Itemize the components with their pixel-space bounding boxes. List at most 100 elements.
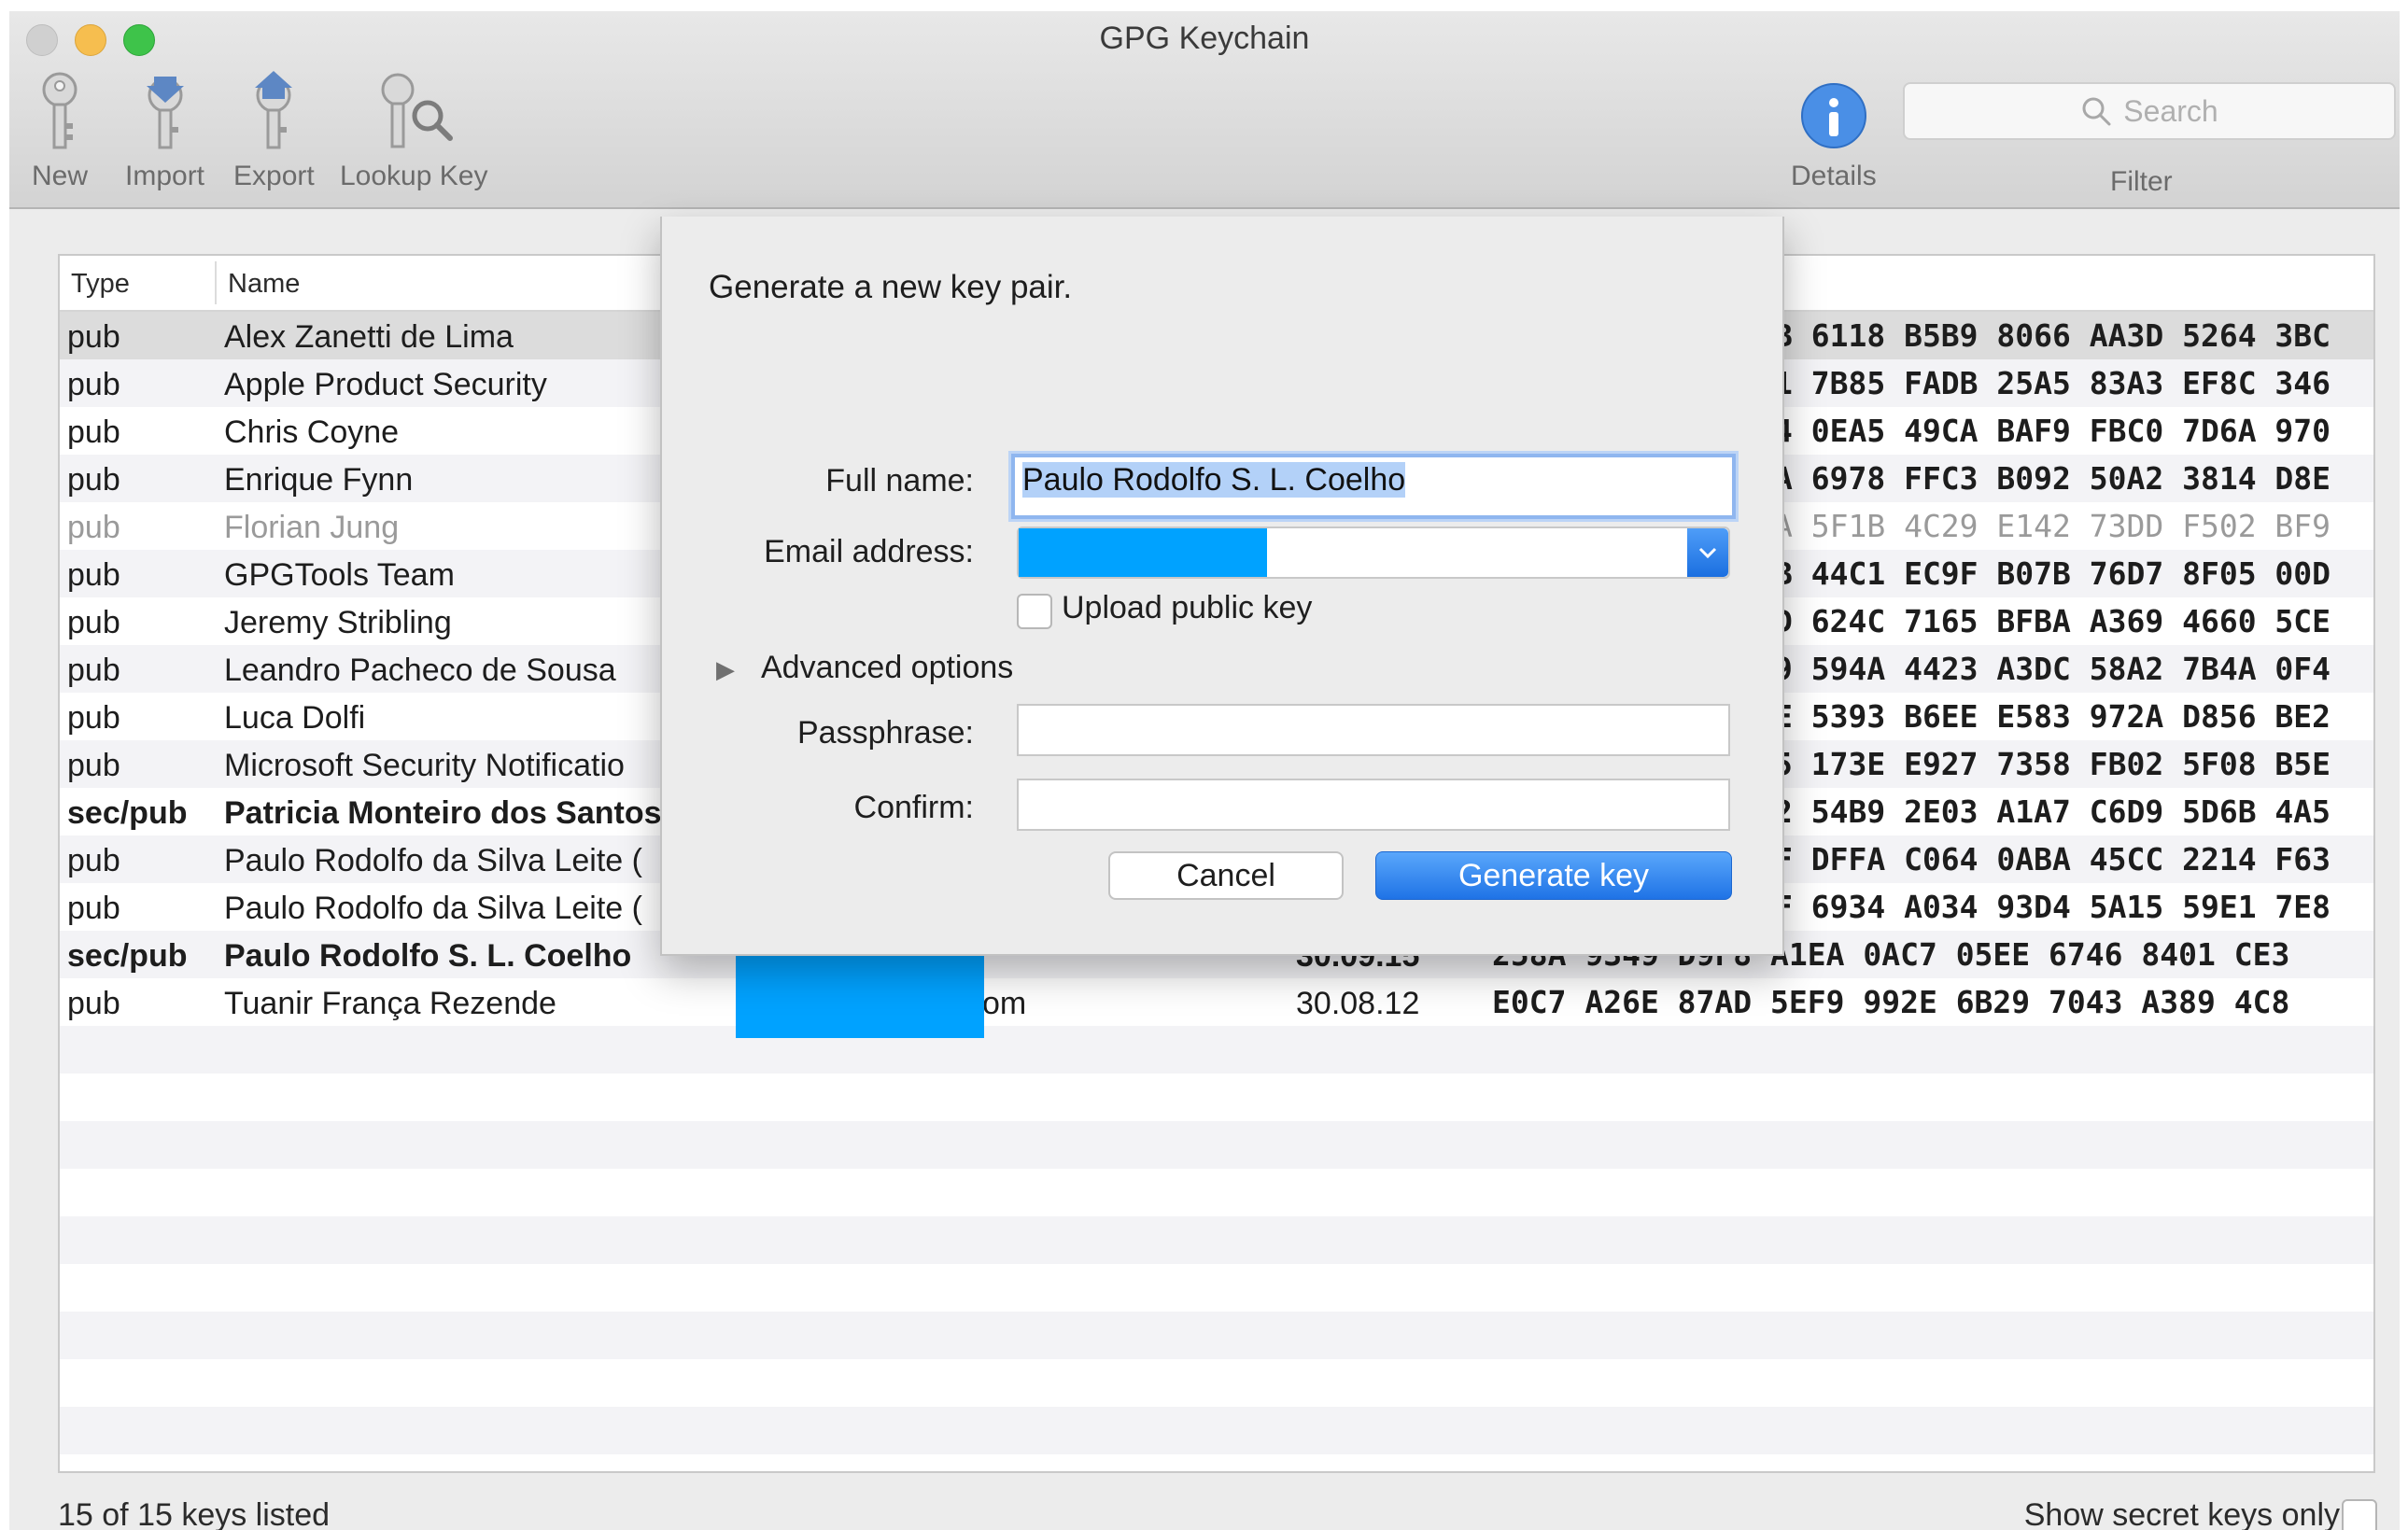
key-type: pub [67, 700, 120, 736]
passphrase-field[interactable] [1017, 704, 1730, 756]
key-fingerprint: 4 0EA5 49CA BAF9 FBC0 7D6A 970 [1774, 413, 2331, 449]
import-button[interactable]: Import [125, 71, 204, 192]
email-address-combobox[interactable] [1017, 526, 1730, 579]
search-icon [2082, 97, 2111, 126]
table-row[interactable]: pub Tuanir França Rezende om 30.08.12 E0… [60, 978, 2373, 1026]
app-window: GPG Keychain New Import Export Lookup Ke… [9, 11, 2400, 1530]
upload-public-key-checkbox[interactable] [1017, 594, 1052, 629]
empty-row [60, 1169, 2373, 1216]
key-name: Jeremy Stribling [224, 605, 452, 640]
key-name: Chris Coyne [224, 414, 400, 450]
redaction-block [1019, 528, 1267, 577]
key-name: Tuanir França Rezende [224, 986, 556, 1021]
key-fingerprint: 1 7B85 FADB 25A5 83A3 EF8C 346 [1774, 365, 2331, 401]
key-type: sec/pub [67, 938, 188, 974]
key-name: Apple Product Security [224, 367, 547, 402]
key-name: Paulo Rodolfo da Silva Leite ( [224, 891, 642, 926]
key-fingerprint: A 6978 FFC3 B092 50A2 3814 D8E [1774, 460, 2331, 497]
column-header-type[interactable]: Type [71, 269, 130, 300]
generate-key-button[interactable]: Generate key [1375, 851, 1732, 900]
key-type: pub [67, 605, 120, 640]
empty-row [60, 1359, 2373, 1407]
key-name: Leandro Pacheco de Sousa [224, 653, 616, 688]
key-name: Paulo Rodolfo S. L. Coelho [224, 938, 632, 974]
key-type: pub [67, 319, 120, 355]
generate-key-dialog: Generate a new key pair. Full name: Paul… [660, 217, 1784, 956]
key-fingerprint: B 44C1 EC9F B07B 76D7 8F05 00D [1774, 555, 2331, 592]
show-secret-keys-checkbox[interactable] [2342, 1499, 2377, 1530]
key-type: pub [67, 748, 120, 783]
key-fingerprint: A 5F1B 4C29 E142 73DD F502 BF9 [1774, 508, 2331, 544]
advanced-options-toggle[interactable]: Advanced options [761, 650, 1013, 686]
key-name: GPGTools Team [224, 557, 455, 593]
lookup-key-button[interactable]: Lookup Key [340, 71, 487, 192]
key-fingerprint: 5 173E E927 7358 FB02 5F08 B5E [1774, 746, 2331, 782]
details-button[interactable]: Details [1791, 71, 1877, 192]
key-type: pub [67, 986, 120, 1021]
key-fingerprint: F 6934 A034 93D4 5A15 59E1 7E8 [1774, 889, 2331, 925]
column-header-name[interactable]: Name [228, 269, 300, 300]
empty-row [60, 1312, 2373, 1359]
empty-row [60, 1121, 2373, 1169]
key-fingerprint: 2 54B9 2E03 A1A7 C6D9 5D6B 4A5 [1774, 793, 2331, 830]
full-name-label: Full name: [825, 463, 974, 498]
key-name: Enrique Fynn [224, 462, 414, 498]
info-icon [1800, 83, 1866, 148]
import-label: Import [125, 161, 205, 191]
new-key-button[interactable]: New [32, 71, 88, 192]
full-name-field[interactable]: Paulo Rodolfo S. L. Coelho [1011, 454, 1736, 519]
dialog-title: Generate a new key pair. [709, 269, 1073, 305]
key-created-date: 30.08.12 [1296, 986, 1420, 1021]
keys-count-status: 15 of 15 keys listed [58, 1497, 331, 1530]
empty-row [60, 1264, 2373, 1312]
column-separator [215, 261, 217, 304]
chevron-down-icon [1698, 547, 1717, 559]
redaction-block [736, 944, 984, 1038]
cancel-button[interactable]: Cancel [1108, 851, 1344, 900]
import-key-icon [146, 77, 184, 149]
key-type: pub [67, 414, 120, 450]
export-button[interactable]: Export [233, 71, 315, 192]
key-icon [42, 72, 77, 149]
key-fingerprint: 9 594A 4423 A3DC 58A2 7B4A 0F4 [1774, 651, 2331, 687]
key-fingerprint: E 5393 B6EE E583 972A D856 BE2 [1774, 698, 2331, 735]
details-label: Details [1791, 161, 1877, 191]
search-field[interactable]: Search [1903, 82, 2396, 140]
key-type: pub [67, 367, 120, 402]
key-type: pub [67, 891, 120, 926]
key-type: pub [67, 510, 120, 545]
key-name: Microsoft Security Notificatio [224, 748, 625, 783]
empty-row [60, 1026, 2373, 1074]
new-label: New [32, 161, 89, 191]
disclosure-triangle-icon[interactable]: ▶ [716, 655, 735, 684]
empty-row [60, 1074, 2373, 1121]
key-name: Florian Jung [224, 510, 400, 545]
full-name-value: Paulo Rodolfo S. L. Coelho [1022, 462, 1406, 498]
email-address-label: Email address: [764, 534, 974, 569]
key-type: pub [67, 462, 120, 498]
key-fingerprint: D 624C 7165 BFBA A369 4660 5CE [1774, 603, 2331, 639]
key-name: Paulo Rodolfo da Silva Leite ( [224, 843, 642, 878]
export-label: Export [233, 161, 315, 191]
key-type: pub [67, 843, 120, 878]
confirm-label: Confirm: [853, 790, 974, 825]
search-placeholder: Search [2123, 93, 2218, 128]
empty-row [60, 1216, 2373, 1264]
key-fingerprint: F DFFA C064 0ABA 45CC 2214 F63 [1774, 841, 2331, 877]
export-key-icon [255, 71, 293, 149]
key-type: sec/pub [67, 795, 188, 831]
key-name: Luca Dolfi [224, 700, 366, 736]
key-email-fragment: om [982, 986, 1027, 1021]
key-name: Alex Zanetti de Lima [224, 319, 514, 355]
key-type: pub [67, 653, 120, 688]
email-dropdown-button[interactable] [1687, 528, 1728, 577]
key-fingerprint: E0C7 A26E 87AD 5EF9 992E 6B29 7043 A389 … [1492, 984, 2290, 1020]
lookup-key-icon [381, 73, 454, 148]
empty-row [60, 1407, 2373, 1454]
upload-public-key-label: Upload public key [1062, 590, 1313, 625]
filter-label: Filter [2110, 166, 2173, 197]
toolbar: GPG Keychain New Import Export Lookup Ke… [9, 11, 2400, 209]
lookup-key-label: Lookup Key [340, 161, 488, 191]
confirm-passphrase-field[interactable] [1017, 779, 1730, 831]
key-type: pub [67, 557, 120, 593]
